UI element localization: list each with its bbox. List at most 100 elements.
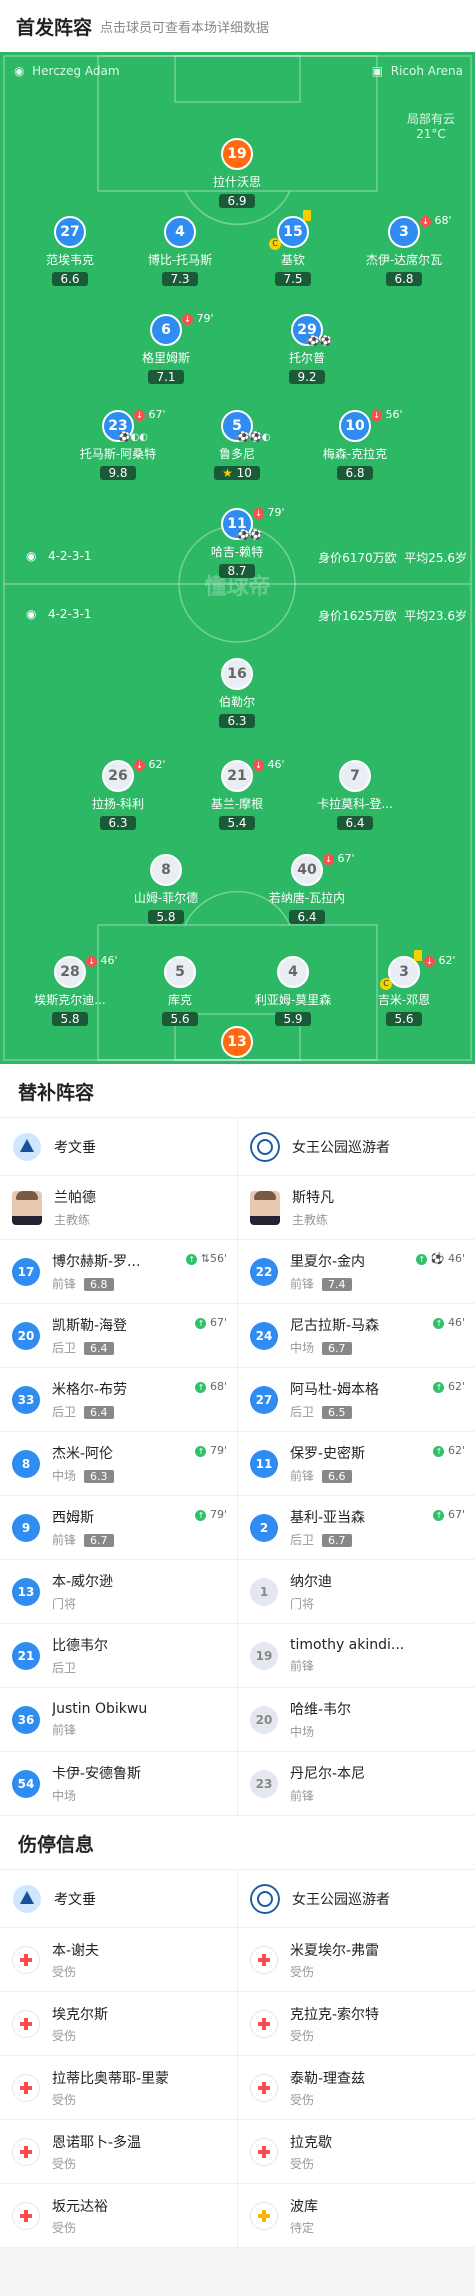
injury-status: 受伤 (52, 2220, 77, 2235)
sub-in-icon: ↑ (433, 1445, 445, 1457)
injury-row[interactable]: 恩诺耶卜-多温 受伤 (0, 2120, 237, 2184)
injury-info: 泰勒-理查兹 受伤 (290, 2068, 365, 2108)
sub-player-row[interactable]: 22 里夏尔-金内 前锋 7.4 ↑ ⚽ 46' (238, 1240, 475, 1304)
player-away[interactable]: 8 山姆-菲尔德 5.8 (106, 854, 226, 925)
medical-cross-icon (258, 2017, 270, 2030)
rating-value: 6.8 (345, 466, 365, 480)
position-text: 前锋 (52, 1723, 77, 1737)
sub-player-name: 卡伊-安德鲁斯 (52, 1766, 142, 1782)
player-number-badge: 27 (54, 216, 86, 248)
player-away[interactable]: 4 利亚姆-莫里森 5.9 (233, 956, 353, 1027)
sub-player-position: 后卫 6.7 (290, 1531, 365, 1548)
player-name: 沃尔什 (177, 1061, 297, 1064)
medical-cross-icon (20, 2017, 32, 2030)
injury-row[interactable]: 本-谢夫 受伤 (0, 1928, 237, 1992)
injury-icon (12, 2201, 40, 2230)
injury-info: 恩诺耶卜-多温 受伤 (52, 2132, 141, 2172)
player-home[interactable]: 27 范埃韦克 6.6 (10, 216, 130, 287)
sub-player-row[interactable]: 27 阿马杜-姆本格 后卫 6.5 ↑ 62' (238, 1368, 475, 1432)
injury-row[interactable]: 埃克尔斯 受伤 (0, 1992, 237, 2056)
player-home[interactable]: 10 ↓ 56' 梅森-克拉克 6.8 (295, 408, 415, 481)
home-team-row[interactable]: 考文垂 (0, 1118, 237, 1176)
injury-row[interactable]: 米夏埃尔-弗雷 受伤 (238, 1928, 475, 1992)
player-rating: 6.8 (386, 272, 422, 286)
player-away[interactable]: 16 伯勒尔 6.3 (177, 658, 297, 729)
sub-player-row[interactable]: 20 凯斯勒-海登 后卫 6.4 ↑ 67' (0, 1304, 237, 1368)
sub-player-row[interactable]: 20 哈维-韦尔 中场 (238, 1688, 475, 1752)
sub-player-row[interactable]: 17 博尔赫斯-罗... 前锋 6.8 ↑ ⇅56' (0, 1240, 237, 1304)
sub-player-row[interactable]: 2 基利-亚当森 后卫 6.7 ↑ 67' (238, 1496, 475, 1560)
sub-player-row[interactable]: 23 丹尼尔-本尼 前锋 (238, 1752, 475, 1816)
sub-player-name: 阿马杜-姆本格 (290, 1382, 380, 1398)
player-number-badge: 26 (102, 760, 134, 792)
sub-player-row[interactable]: 11 保罗-史密斯 前锋 6.6 ↑ 62' (238, 1432, 475, 1496)
player-home[interactable]: 5 ⚽⚽◐ 鲁多尼 ★ 10 (177, 410, 297, 481)
sub-player-row[interactable]: 1 纳尔迪 门将 (238, 1560, 475, 1624)
sub-off-icon: ↓ (253, 507, 264, 519)
player-rating: 6.9 (219, 194, 255, 208)
sub-off-icon: ↓ (371, 409, 382, 421)
player-home[interactable]: 29 ⚽⚽ 托尔普 9.2 (247, 314, 367, 385)
injury-row[interactable]: 坂元达裕 受伤 (0, 2184, 237, 2248)
sub-off-minute: ↓ 79' (253, 506, 285, 519)
injury-row[interactable]: 波库 待定 (238, 2184, 475, 2248)
player-home[interactable]: 6 ↓ 79' 格里姆斯 7.1 (106, 312, 226, 385)
weather-text: 局部有云 (406, 112, 455, 126)
sub-off-minute: ↓ 46' (253, 758, 285, 771)
injury-status: 受伤 (290, 2156, 315, 2171)
injury-row[interactable]: 克拉克-索尔特 受伤 (238, 1992, 475, 2056)
player-name: 杰伊-达席尔瓦 (365, 253, 443, 267)
sub-player-rating: 6.7 (322, 1534, 352, 1547)
sub-in-minute: 67' (444, 1508, 465, 1521)
home-coach-row[interactable]: 兰帕德 主教练 (0, 1176, 237, 1240)
player-away[interactable]: 13沃尔什4.3 (177, 1026, 297, 1064)
player-home[interactable]: 19 拉什沃思 6.9 (177, 138, 297, 209)
sub-in-icon: ↑ (416, 1253, 428, 1265)
player-home[interactable]: 15 C 基钦 7.5 (233, 210, 353, 287)
injury-row[interactable]: 泰勒-理查兹 受伤 (238, 2056, 475, 2120)
player-home[interactable]: 3 ↓ 68' 杰伊-达席尔瓦 6.8 (344, 214, 464, 287)
sub-player-row[interactable]: 19 timothy akindi... 前锋 (238, 1624, 475, 1688)
sub-player-name: 西姆斯 (52, 1510, 94, 1526)
away-team-row[interactable]: 女王公园巡游者 (238, 1118, 475, 1176)
away-team-name: 女王公园巡游者 (292, 1139, 390, 1156)
position-text: 后卫 (290, 1533, 315, 1547)
sub-player-row[interactable]: 54 卡伊-安德鲁斯 中场 (0, 1752, 237, 1816)
sub-player-row[interactable]: 13 本-威尔逊 门将 (0, 1560, 237, 1624)
player-number-badge: 28 (54, 956, 86, 988)
sub-player-row[interactable]: 9 西姆斯 前锋 6.7 ↑ 79' (0, 1496, 237, 1560)
sub-player-row[interactable]: 33 米格尔-布劳 后卫 6.4 ↑ 68' (0, 1368, 237, 1432)
away-coach-row[interactable]: 斯特凡 主教练 (238, 1176, 475, 1240)
injured-player-name: 拉蒂比奥蒂耶-里蒙 (52, 2070, 170, 2087)
injury-row[interactable]: 拉蒂比奥蒂耶-里蒙 受伤 (0, 2056, 237, 2120)
sub-player-rating: 6.6 (322, 1470, 352, 1483)
player-away[interactable]: 26 ↓ 62' 拉扬-科利 6.3 (58, 758, 178, 831)
player-home[interactable]: 4 博比-托马斯 7.3 (120, 216, 240, 287)
player-away[interactable]: 5 库克 5.6 (120, 956, 240, 1027)
position-text: 前锋 (290, 1789, 315, 1803)
sub-player-info: 米格尔-布劳 后卫 6.4 (52, 1379, 127, 1420)
player-away[interactable]: 3 C ↓ 62' 吉米-邓恩 5.6 (344, 950, 464, 1027)
sub-player-row[interactable]: 24 尼古拉斯-马森 中场 6.7 ↑ 46' (238, 1304, 475, 1368)
away-team-row[interactable]: 女王公园巡游者 (238, 1870, 475, 1928)
sub-player-row[interactable]: 21 比德韦尔 后卫 (0, 1624, 237, 1688)
player-away[interactable]: 7 卡拉莫科-登... 6.4 (295, 760, 415, 831)
sub-off-icon: ↓ (86, 955, 97, 967)
coventry-crest-icon (13, 1884, 41, 1913)
player-rating: 5.8 (148, 910, 184, 924)
sub-player-position: 后卫 6.5 (290, 1403, 379, 1420)
injury-row[interactable]: 拉克歇 受伤 (238, 2120, 475, 2184)
sub-in-minute: ⇅56' (197, 1252, 227, 1265)
player-away[interactable]: 28 ↓ 46' 埃斯克尔迪... 5.8 (10, 954, 130, 1027)
sub-player-row[interactable]: 36 Justin Obikwu 前锋 (0, 1688, 237, 1752)
medical-cross-icon (20, 2145, 32, 2158)
player-away[interactable]: 21 ↓ 46' 基兰-摩根 5.4 (177, 758, 297, 831)
player-rating: 6.4 (337, 816, 373, 830)
player-away[interactable]: 40 ↓ 67' 若纳唐-瓦拉内 6.4 (247, 852, 367, 925)
player-home[interactable]: 23 ↓ 67' ⚽◐◐ 托马斯-阿桑特 9.8 (58, 408, 178, 481)
player-home[interactable]: 11 ↓ 79' ⚽⚽ 哈吉-赖特 8.7 (177, 506, 297, 579)
home-team-row[interactable]: 考文垂 (0, 1870, 237, 1928)
sub-player-row[interactable]: 8 杰米-阿伦 中场 6.3 ↑ 79' (0, 1432, 237, 1496)
rating-value: 7.3 (170, 272, 190, 286)
coach-avatar (250, 1190, 280, 1225)
